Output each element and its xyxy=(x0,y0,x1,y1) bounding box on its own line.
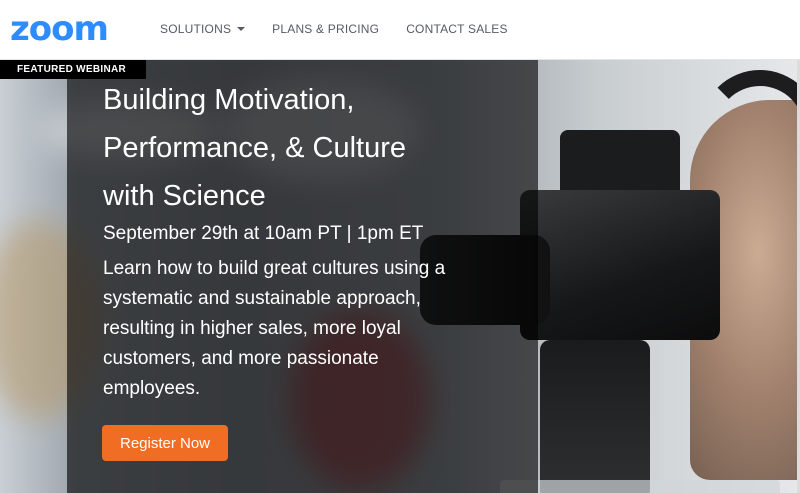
title-line: Building Motivation, xyxy=(103,84,355,116)
title-line: Performance, & Culture xyxy=(103,132,407,164)
camera-body-shape xyxy=(520,190,720,340)
nav-solutions[interactable]: SOLUTIONS xyxy=(160,22,246,36)
description-line: systematic and sustainable approach, xyxy=(103,288,421,309)
tripod-shape xyxy=(540,340,650,493)
featured-webinar-badge: FEATURED WEBINAR xyxy=(0,60,146,79)
description-line: resulting in higher sales, more loyal xyxy=(103,318,401,339)
nav-contact-sales-label: CONTACT SALES xyxy=(406,22,508,36)
nav-plans-pricing[interactable]: PLANS & PRICING xyxy=(272,22,379,36)
webinar-date: September 29th at 10am PT | 1pm ET xyxy=(103,223,424,244)
main-nav: SOLUTIONS PLANS & PRICING CONTACT SALES xyxy=(160,22,535,36)
description-line: customers, and more passionate xyxy=(103,348,379,369)
nav-plans-pricing-label: PLANS & PRICING xyxy=(272,22,380,36)
chevron-down-icon xyxy=(237,27,246,31)
nav-solutions-label: SOLUTIONS xyxy=(160,22,232,36)
nav-contact-sales[interactable]: CONTACT SALES xyxy=(406,22,508,36)
site-header: zoom SOLUTIONS PLANS & PRICING CONTACT S… xyxy=(0,0,800,60)
description-line: employees. xyxy=(103,378,201,399)
description-line: Learn how to build great cultures using … xyxy=(103,258,446,279)
webinar-description: Learn how to build great cultures using … xyxy=(103,254,513,404)
zoom-logo[interactable]: zoom xyxy=(10,12,109,46)
title-line: with Science xyxy=(103,180,266,212)
register-now-button[interactable]: Register Now xyxy=(102,425,228,461)
desk-shape xyxy=(500,480,780,493)
webinar-title: Building Motivation, Performance, & Cult… xyxy=(103,76,523,220)
